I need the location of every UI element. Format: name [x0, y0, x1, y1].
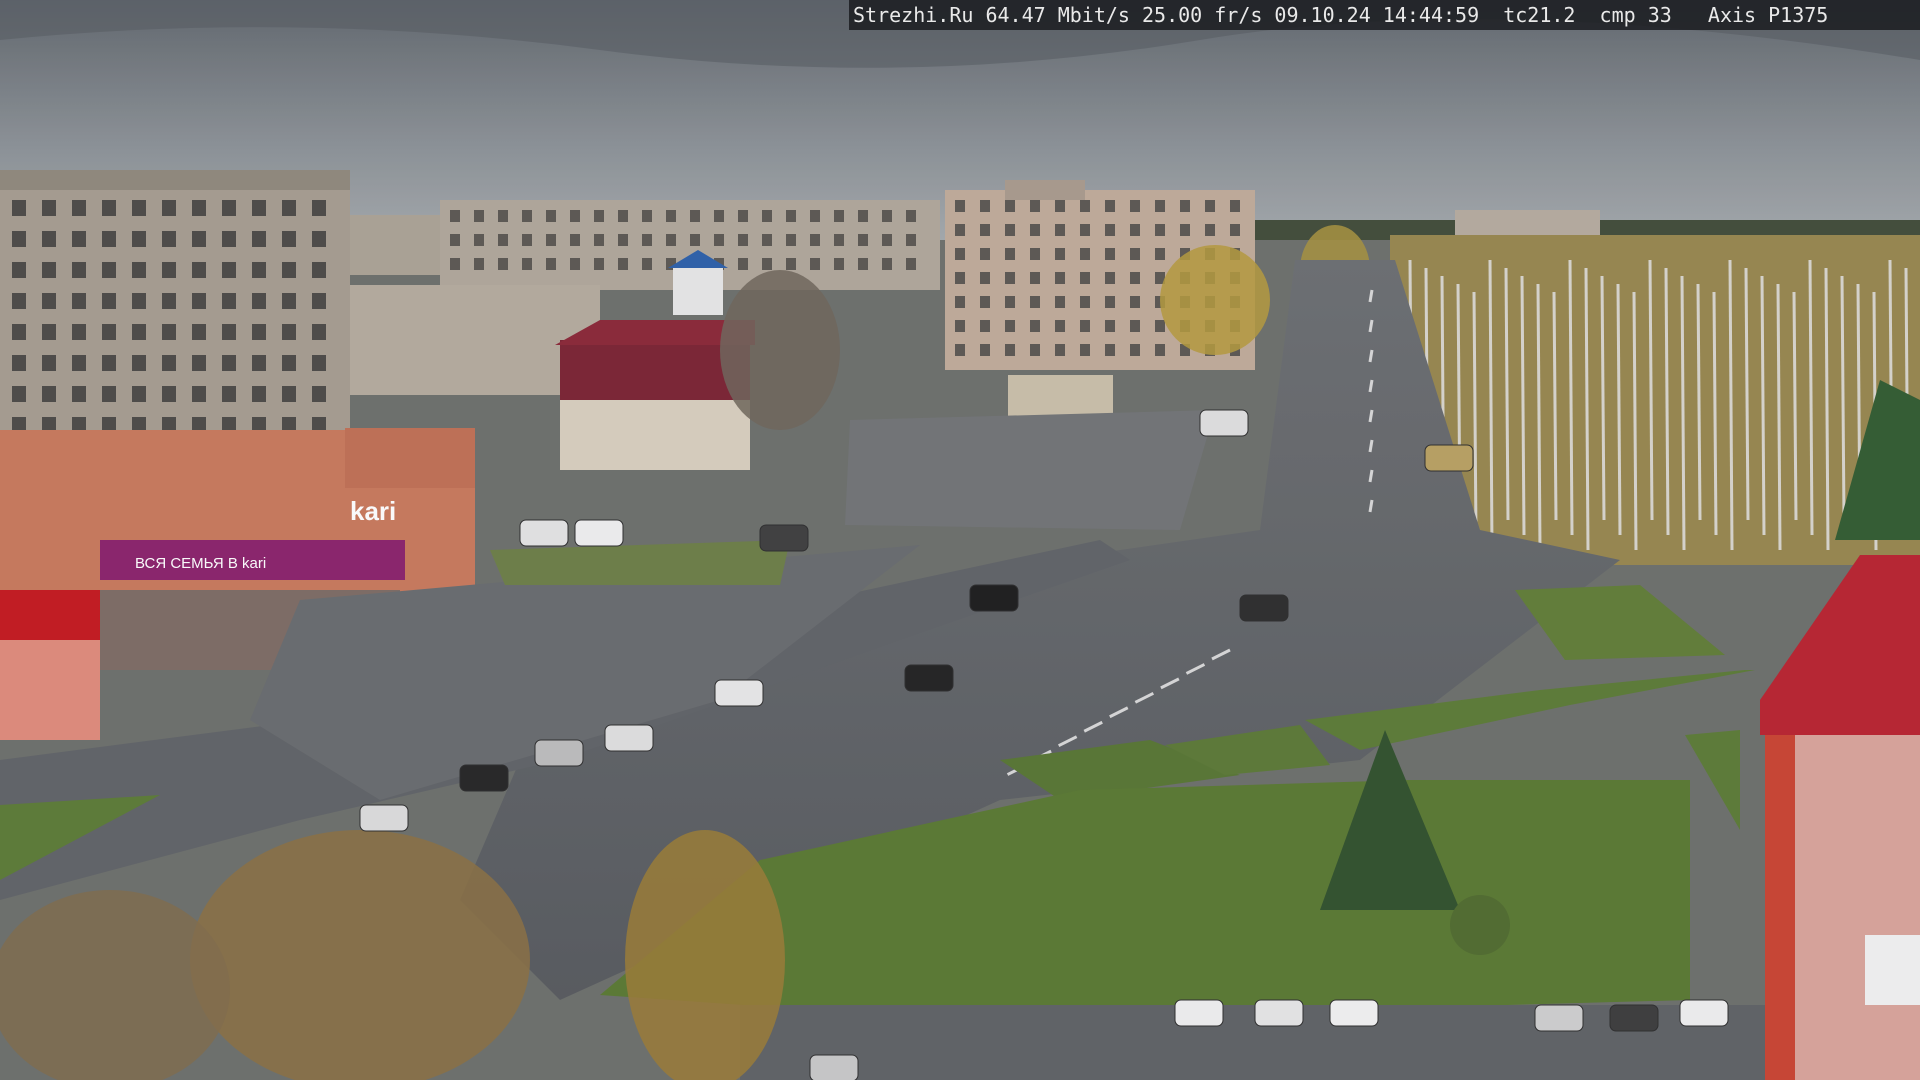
- street-scene: kari ВСЯ СЕМЬЯ В kari: [0, 0, 1920, 1080]
- haze: [0, 0, 1920, 1080]
- webcam-frame: kari ВСЯ СЕМЬЯ В kari Strezhi.Ru 64.47 M…: [0, 0, 1920, 1080]
- camera-overlay-text: Strezhi.Ru 64.47 Mbit/s 25.00 fr/s 09.10…: [849, 0, 1920, 30]
